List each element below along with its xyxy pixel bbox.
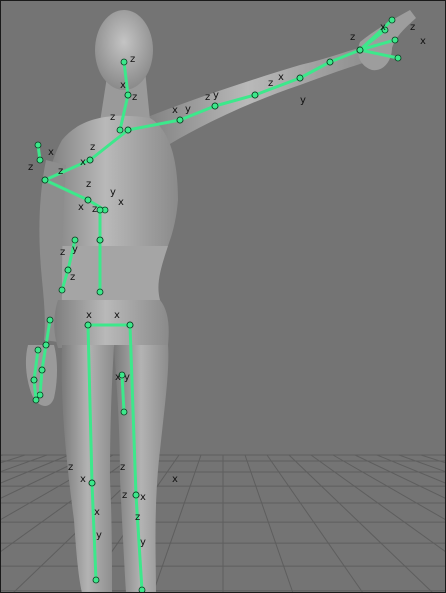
joint[interactable] xyxy=(30,376,38,384)
axis-label-x: x xyxy=(94,507,100,518)
axis-label-x: x xyxy=(420,36,426,47)
joint[interactable] xyxy=(86,156,94,164)
joint[interactable] xyxy=(42,341,50,349)
axis-label-z: z xyxy=(410,22,415,33)
joint[interactable] xyxy=(326,58,334,66)
axis-label-x: x xyxy=(172,105,178,116)
joint[interactable] xyxy=(356,46,364,54)
axis-label-z: z xyxy=(58,166,63,177)
axis-label-z: z xyxy=(120,462,125,473)
axis-label-x: x xyxy=(114,310,120,321)
axis-label-x: x xyxy=(80,157,86,168)
axis-label-z: z xyxy=(70,272,75,283)
head-mesh xyxy=(95,10,153,90)
axis-label-x: x xyxy=(278,72,284,83)
joint[interactable] xyxy=(84,321,92,329)
bone[interactable] xyxy=(38,368,44,397)
axis-label-z: z xyxy=(86,179,91,190)
axis-label-y: y xyxy=(213,90,219,101)
axis-label-y: y xyxy=(185,104,191,115)
axis-label-y: y xyxy=(72,244,78,255)
axis-label-y: y xyxy=(140,537,146,548)
joint[interactable] xyxy=(124,91,132,99)
axis-label-x: x xyxy=(140,492,146,503)
axis-label-x: x xyxy=(172,474,178,485)
axis-label-x: x xyxy=(115,372,121,383)
joint[interactable] xyxy=(296,74,304,82)
axis-label-z: z xyxy=(122,490,127,501)
joint[interactable] xyxy=(120,408,128,416)
axis-label-z: z xyxy=(90,142,95,153)
axis-label-z: z xyxy=(268,78,273,89)
axis-label-z: z xyxy=(28,162,33,173)
joint[interactable] xyxy=(138,586,146,593)
joint[interactable] xyxy=(388,16,396,24)
joint[interactable] xyxy=(116,126,124,134)
axis-label-z: z xyxy=(350,32,355,43)
axis-label-z: z xyxy=(92,204,97,215)
joint[interactable] xyxy=(71,236,79,244)
joint[interactable] xyxy=(88,479,96,487)
axis-label-z: z xyxy=(132,92,137,103)
joint[interactable] xyxy=(251,91,259,99)
axis-label-z: z xyxy=(68,462,73,473)
axis-label-y: y xyxy=(124,372,130,383)
joint[interactable] xyxy=(120,58,128,66)
joint[interactable] xyxy=(36,391,44,399)
joint[interactable] xyxy=(41,176,49,184)
joint[interactable] xyxy=(126,321,134,329)
axis-label-y: y xyxy=(300,95,306,106)
axis-label-z: z xyxy=(60,247,65,258)
axis-label-y: y xyxy=(110,187,116,198)
axis-label-x: x xyxy=(380,22,386,33)
axis-label-y: y xyxy=(96,530,102,541)
joint[interactable] xyxy=(391,36,399,44)
axis-label-x: x xyxy=(48,147,54,158)
joint[interactable] xyxy=(36,156,44,164)
joint[interactable] xyxy=(32,396,40,404)
joint[interactable] xyxy=(58,286,66,294)
joint[interactable] xyxy=(96,288,104,296)
joint[interactable] xyxy=(132,491,140,499)
joint[interactable] xyxy=(84,196,92,204)
joint[interactable] xyxy=(34,346,42,354)
axis-label-x: x xyxy=(120,80,126,91)
joint[interactable] xyxy=(92,576,100,584)
axis-label-z: z xyxy=(130,54,135,65)
joint[interactable] xyxy=(96,206,104,214)
axis-label-x: x xyxy=(80,474,86,485)
axis-label-z: z xyxy=(110,112,115,123)
joint[interactable] xyxy=(124,126,132,134)
joint[interactable] xyxy=(38,366,46,374)
viewport-canvas[interactable]: zxzzx yz yzxyzx zxzxzzxzyxx zzzyx xyxzxzxz xx z… xyxy=(0,0,446,593)
joint[interactable] xyxy=(96,236,104,244)
axis-label-x: x xyxy=(78,202,84,213)
3d-viewport[interactable]: zxzzxyzyzxyzxzxzxzzxzyxxzzzyxxyxzxzxzxxz… xyxy=(0,0,446,593)
joint[interactable] xyxy=(46,316,54,324)
axis-label-z: z xyxy=(205,92,210,103)
joint[interactable] xyxy=(211,102,219,110)
axis-label-x: x xyxy=(118,197,124,208)
axis-label-z: z xyxy=(135,512,140,523)
joint[interactable] xyxy=(176,116,184,124)
joint[interactable] xyxy=(34,141,42,149)
joint[interactable] xyxy=(394,54,402,62)
axis-label-x: x xyxy=(86,310,92,321)
